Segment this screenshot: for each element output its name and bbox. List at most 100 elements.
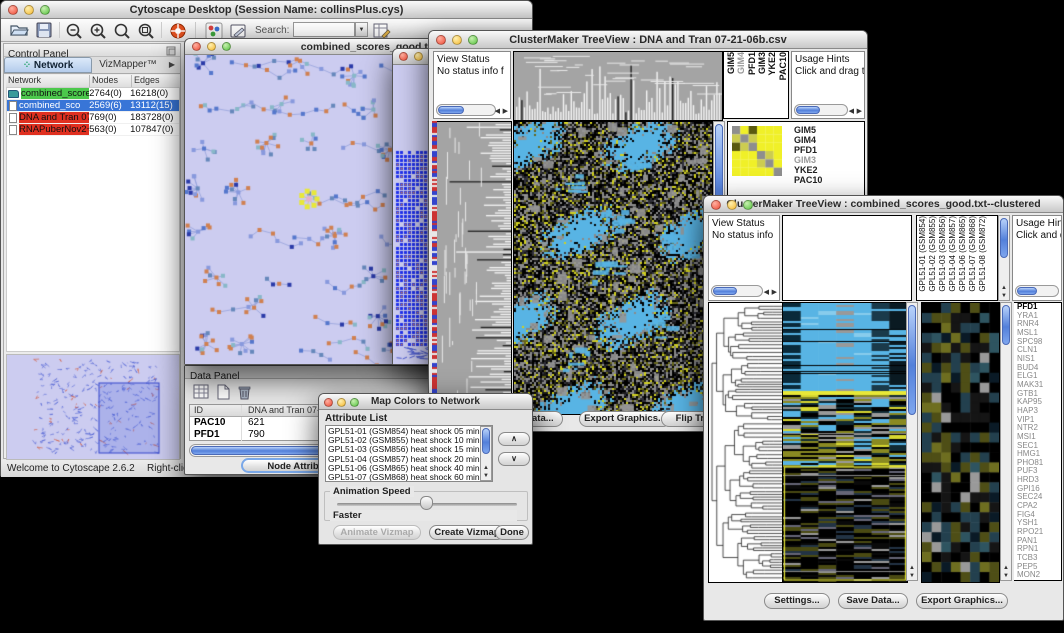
tv1-correlation-matrix[interactable] [732, 126, 782, 176]
animate-vizmap-button[interactable]: Animate Vizmap [333, 525, 421, 540]
network-overview-canvas[interactable] [6, 354, 180, 460]
minimize-icon[interactable] [337, 398, 346, 407]
tv2-row-dendrogram[interactable] [708, 302, 784, 583]
scroll-left-icon[interactable]: ◀ [495, 107, 500, 115]
tv1-column-dendrogram[interactable] [513, 51, 723, 121]
delete-attribute-icon[interactable] [237, 384, 252, 400]
tv2-collabel-vscrollbar[interactable]: ▲ ▼ [998, 215, 1010, 301]
minimize-icon[interactable] [24, 5, 34, 15]
zoom-window-icon[interactable] [350, 398, 359, 407]
gene-label[interactable]: PFD1 [794, 145, 822, 155]
network-list-row[interactable]: combined_sco 2569(6) 13112(15) [7, 100, 179, 112]
tv1-row-dendrogram[interactable] [437, 121, 512, 415]
close-icon[interactable] [324, 398, 333, 407]
scroll-down-icon[interactable]: ▼ [907, 573, 917, 579]
scroll-down-icon[interactable]: ▼ [1001, 573, 1011, 579]
tv1-column-labels[interactable]: GIM5GIM4PFD1GIM3YKE2PAC10 [723, 51, 789, 119]
tv2-column-dendrogram[interactable] [782, 215, 912, 301]
zoom-window-icon[interactable] [743, 200, 753, 210]
tab-network[interactable]: ⁘ Network [4, 57, 92, 73]
scroll-left-icon[interactable]: ◀ [849, 107, 854, 115]
network-list-row[interactable]: DNA and Tran 07 769(0) 183728(0) [7, 112, 179, 124]
scroll-left-icon[interactable]: ◀ [764, 288, 769, 296]
tv2-hints-hscrollbar[interactable] [1015, 285, 1059, 297]
tv2-detail-vscrollbar[interactable]: ▲ ▼ [1000, 302, 1012, 581]
zoom-window-icon[interactable] [468, 35, 478, 45]
close-icon[interactable] [399, 52, 408, 61]
network-list-row[interactable]: RNAPuberNov2+ 563(0) 107847(0) [7, 124, 179, 136]
scroll-down-icon[interactable]: ▼ [999, 293, 1009, 299]
close-icon[interactable] [436, 35, 446, 45]
gene-label[interactable]: GIM3 [794, 155, 822, 165]
attribute-table-icon[interactable] [193, 384, 210, 400]
tv2-export-graphics-button[interactable]: Export Graphics... [916, 593, 1008, 609]
tv1-status-hscrollbar[interactable] [436, 104, 496, 116]
tv1-heatmap[interactable] [513, 121, 713, 415]
gene-label[interactable]: PAC10 [794, 175, 822, 185]
network-list-row[interactable]: combined_scores 2764(0) 16218(0) [7, 88, 179, 100]
zoom-fit-icon[interactable] [113, 22, 131, 40]
scroll-down-icon[interactable]: ▼ [481, 473, 491, 479]
float-panel-icon[interactable] [166, 46, 176, 56]
search-input[interactable] [293, 22, 355, 37]
zoom-window-icon[interactable] [40, 5, 50, 15]
gene-label[interactable]: YKE2 [794, 165, 822, 175]
minimize-icon[interactable] [452, 35, 462, 45]
minimize-icon[interactable] [207, 42, 216, 51]
zoom-window-icon[interactable] [222, 42, 231, 51]
zoom-out-icon[interactable] [65, 22, 83, 40]
dialog-titlebar[interactable]: Map Colors to Network [319, 394, 532, 410]
tv1-hints-hscrollbar[interactable] [794, 104, 848, 116]
main-titlebar[interactable]: Cytoscape Desktop (Session Name: collins… [1, 1, 532, 19]
move-up-button[interactable]: ∧ [498, 432, 530, 446]
tv2-save-data-button[interactable]: Save Data... [838, 593, 908, 609]
done-button[interactable]: Done [495, 525, 529, 540]
scroll-up-icon[interactable]: ▲ [1001, 565, 1011, 571]
col-network[interactable]: Network [6, 75, 90, 87]
tv2-heatmap[interactable] [782, 302, 908, 583]
zoom-in-icon[interactable] [89, 22, 107, 40]
gene-label[interactable]: MON2 [1017, 571, 1061, 580]
zoom-selected-icon[interactable] [137, 22, 155, 40]
tv2-status-hscrollbar[interactable] [711, 285, 763, 297]
tab-vizmapper[interactable]: VizMapper™ [92, 57, 164, 73]
attribute-listbox[interactable]: GPL51-01 (GSM854) heat shock 05 minGPL51… [325, 425, 493, 482]
col-nodes[interactable]: Nodes [90, 75, 132, 87]
scroll-right-icon[interactable]: ▶ [857, 107, 862, 115]
minimize-icon[interactable] [414, 52, 423, 61]
scroll-right-icon[interactable]: ▶ [772, 288, 777, 296]
treeview2-titlebar[interactable]: ClusterMaker TreeView : combined_scores_… [704, 196, 1063, 213]
gene-label[interactable]: GIM4 [794, 135, 822, 145]
attribute-list-vscrollbar[interactable]: ▲ ▼ [480, 426, 492, 481]
open-file-icon[interactable] [9, 21, 29, 40]
tv2-detail-heatmap[interactable] [921, 302, 1000, 583]
tv2-column-labels[interactable]: GPL51-01 (GSM854)GPL51-02 (GSM855)GPL51-… [916, 215, 998, 301]
tv2-gene-labels[interactable]: PFD1YRA1RNR4MSL1SPC98CLN1NIS1BUD4ELG1MAK… [1014, 302, 1062, 581]
gene-label[interactable]: GIM5 [794, 125, 822, 135]
close-icon[interactable] [192, 42, 201, 51]
col-edges[interactable]: Edges [132, 75, 180, 87]
help-lifering-icon[interactable] [169, 22, 187, 40]
close-icon[interactable] [8, 5, 18, 15]
tv2-heatmap-vscrollbar[interactable]: ▲ ▼ [906, 302, 918, 581]
new-attribute-icon[interactable] [216, 384, 231, 400]
scroll-right-icon[interactable]: ▶ [503, 107, 508, 115]
scroll-up-icon[interactable]: ▲ [907, 565, 917, 571]
tv2-settings-button[interactable]: Settings... [764, 593, 830, 609]
treeview1-titlebar[interactable]: ClusterMaker TreeView : DNA and Tran 07-… [429, 31, 867, 49]
create-vizmap-button[interactable]: Create Vizmap [429, 525, 505, 540]
tab-overflow-icon[interactable]: ▶ [164, 57, 180, 73]
tv1-export-graphics-button[interactable]: Export Graphics... [579, 411, 671, 427]
close-icon[interactable] [711, 200, 721, 210]
attribute-item[interactable]: GPL51-07 (GSM868) heat shock 60 min [328, 473, 492, 482]
scroll-up-icon[interactable]: ▲ [999, 285, 1009, 291]
faster-label: Faster [330, 510, 517, 521]
save-icon[interactable] [35, 21, 55, 40]
scroll-up-icon[interactable]: ▲ [481, 465, 491, 471]
speed-slider-thumb[interactable] [420, 496, 433, 510]
attr-col-id[interactable]: ID [190, 405, 242, 416]
minimize-icon[interactable] [727, 200, 737, 210]
move-down-button[interactable]: ∨ [498, 452, 530, 466]
tv1-gene-labels[interactable]: GIM5GIM4PFD1GIM3YKE2PAC10 [794, 125, 822, 185]
search-dropdown-icon[interactable]: ▼ [355, 22, 368, 37]
